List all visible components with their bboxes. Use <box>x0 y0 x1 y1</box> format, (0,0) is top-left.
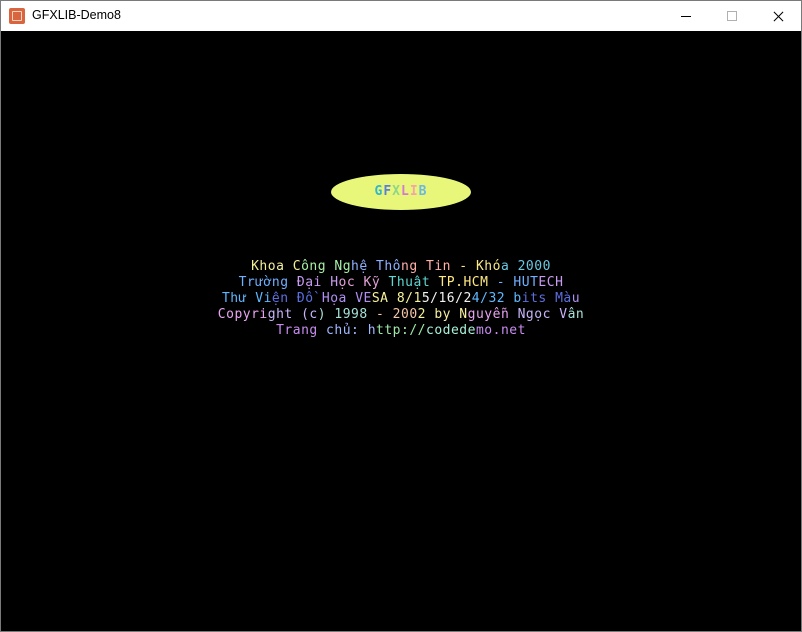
graphics-canvas: GFXLIB Khoa Công Nghệ Thông Tin - Khóa 2… <box>1 31 801 631</box>
credit-line-library: Thư Viện Đồ Họa VESA 8/15/16/24/32 bits … <box>221 291 581 306</box>
credit-line-copyright: Copyright (c) 1998 - 2002 by Nguyễn Ngọc… <box>217 307 585 322</box>
credits-block: Khoa Công Nghệ Thông Tin - Khóa 2000 Trư… <box>1 259 801 339</box>
credit-line-homepage: Trang chủ: http://codedemo.net <box>276 323 526 338</box>
close-icon[interactable] <box>755 1 801 31</box>
minimize-icon[interactable] <box>663 1 709 31</box>
window-title: GFXLIB-Demo8 <box>32 8 121 22</box>
credit-line-university: Trường Đại Học Kỹ Thuật TP.HCM - HUTECH <box>238 275 564 290</box>
app-icon[interactable] <box>9 8 25 24</box>
logo-text: GFXLIB <box>374 184 428 199</box>
app-window: GFXLIB-Demo8 GFXLIB Khoa Công Nghệ Thông… <box>0 0 802 632</box>
title-bar[interactable]: GFXLIB-Demo8 <box>1 1 801 31</box>
credit-line-faculty: Khoa Công Nghệ Thông Tin - Khóa 2000 <box>251 259 551 274</box>
maximize-icon[interactable] <box>709 1 755 31</box>
gfxlib-logo: GFXLIB <box>331 174 471 210</box>
